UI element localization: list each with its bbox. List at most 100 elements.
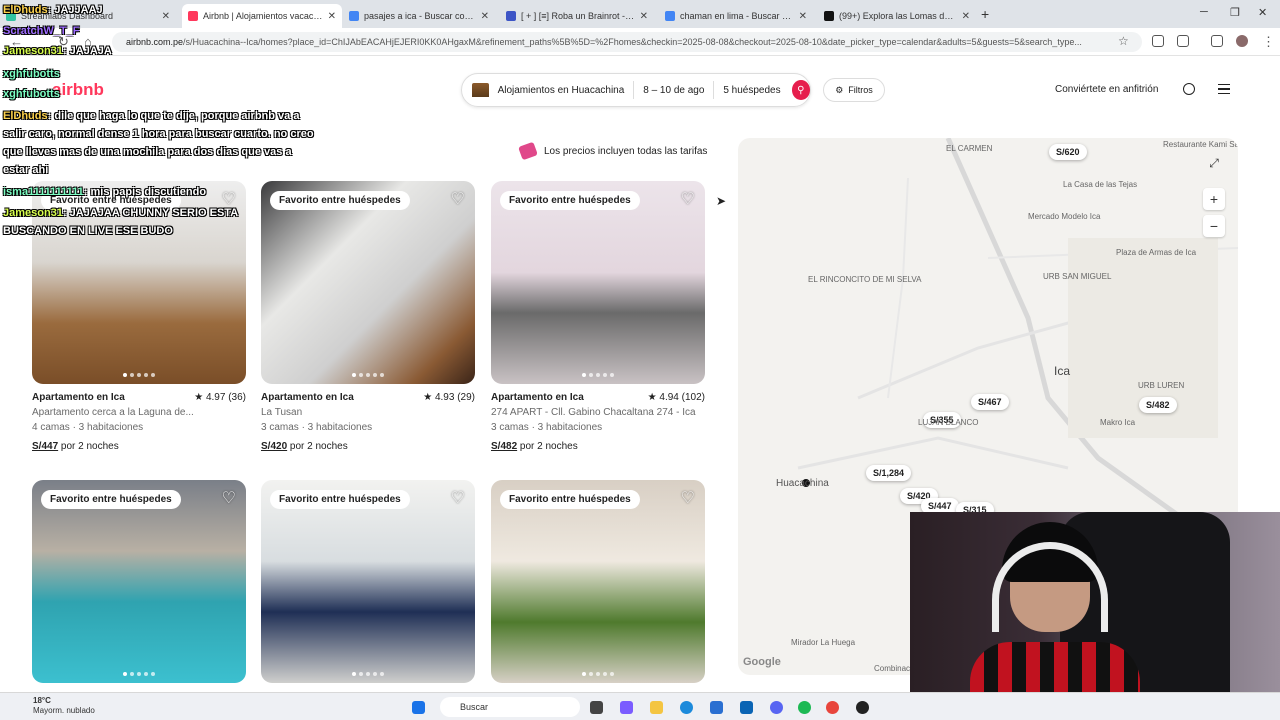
discord-icon[interactable] [770,701,783,714]
guest-favorite-badge: Favorito entre huéspedes [500,490,640,509]
file-explorer-icon[interactable] [650,701,663,714]
windows-start-icon[interactable] [412,701,425,714]
listing-rating: ★ 4.93 (29) [423,392,475,403]
chat-message: Jameson31: JAJAJAA CHUNNY SERIO ESTA [3,207,238,219]
streamer-shirt [970,642,1140,692]
hamburger-menu-icon[interactable] [1218,84,1230,94]
heart-icon[interactable]: ♡ [222,488,236,508]
listing-card[interactable]: Favorito entre huéspedes ♡ Apartamento e… [261,181,475,454]
globe-icon[interactable] [1183,83,1195,95]
map-price-pin[interactable]: S/467 [971,394,1009,410]
search-bar[interactable]: Alojamientos en Huacachina 8 – 10 de ago… [461,73,811,107]
zoom-out-button[interactable]: − [1203,215,1225,237]
url-field[interactable]: airbnb.com.pe/s/Huacachina--Ica/homes?pl… [112,32,1142,52]
listing-price-suffix: por 2 noches [289,441,348,452]
close-tab-icon[interactable]: ✕ [799,11,807,22]
map-label: Ica [1054,364,1071,378]
chrome-icon[interactable] [826,701,839,714]
filters-button[interactable]: ⚙ Filtros [823,78,885,102]
listing-photo[interactable]: Favorito entre huéspedes ♡ [491,480,705,683]
address-bar-row: ← ↻ ⌂ airbnb.com.pe/s/Huacachina--Ica/ho… [0,28,1280,56]
spotify-icon[interactable] [798,701,811,714]
browser-tab[interactable]: [ + ] [≡] Roba un Brainrot - Ro ✕ [500,4,654,28]
listing-beds: 3 camas · 3 habitaciones [491,422,603,433]
extension-icon[interactable] [1152,35,1164,47]
task-view-icon[interactable] [590,701,603,714]
tiktok-icon [824,11,834,21]
weather-temp: 18°C [33,696,51,705]
bookmark-star-icon[interactable]: ☆ [1118,34,1129,48]
listing-price[interactable]: S/447 [32,441,58,452]
map-price-pin[interactable]: S/482 [1139,397,1177,413]
search-dates[interactable]: 8 – 10 de ago [634,85,713,96]
minimize-icon[interactable]: ─ [1200,6,1208,18]
listing-card[interactable]: Favorito entre huéspedes ♡ [32,480,246,683]
listing-card[interactable]: Favorito entre huéspedes ♡ Apartamento e… [491,181,705,454]
profile-avatar[interactable] [1236,35,1248,47]
heart-icon[interactable]: ♡ [681,189,695,209]
browser-menu-icon[interactable]: ⋮ [1262,34,1275,50]
house-icon [472,83,489,97]
listing-price[interactable]: S/420 [261,441,287,452]
new-tab-button[interactable]: + [981,6,989,22]
media-icon[interactable] [1211,35,1223,47]
map-price-pin[interactable]: S/620 [1049,144,1087,160]
url-path: /s/Huacachina--Ica/homes?place_id=ChIJAb… [183,37,1082,47]
chat-username: Jameson31 [3,45,63,57]
map-label: Huacachina [776,478,829,489]
close-tab-icon[interactable]: ✕ [162,11,170,22]
heart-icon[interactable]: ♡ [451,189,465,209]
store-icon[interactable] [710,701,723,714]
heart-icon[interactable]: ♡ [451,488,465,508]
puzzle-icon[interactable] [1177,35,1189,47]
copilot-icon[interactable] [620,701,633,714]
close-window-icon[interactable]: ✕ [1258,6,1267,19]
taskbar-search-label: Buscar [460,702,489,712]
zoom-in-button[interactable]: + [1203,188,1225,210]
listing-price-row: S/447 por 2 noches [32,439,246,454]
close-tab-icon[interactable]: ✕ [640,11,648,22]
maximize-icon[interactable]: ❐ [1230,6,1240,19]
close-tab-icon[interactable]: ✕ [962,11,970,22]
google-icon [665,11,675,21]
price-note-text: Los precios incluyen todas las tarifas [544,145,708,157]
search-icon[interactable]: ⚲ [791,80,810,100]
listing-card[interactable]: Favorito entre huéspedes ♡ Apartamento e… [32,181,246,454]
listing-card[interactable]: Favorito entre huéspedes ♡ [491,480,705,683]
browser-tab[interactable]: (99+) Explora las Lomas de Luc ✕ [818,4,976,28]
mouse-cursor: ➤ [716,194,727,208]
listing-price[interactable]: S/482 [491,441,517,452]
listing-photo[interactable]: Favorito entre huéspedes ♡ [32,480,246,683]
become-host-link[interactable]: Conviértete en anfitrión [1055,84,1158,95]
browser-tab[interactable]: chaman en lima - Buscar con G ✕ [659,4,813,28]
search-guests[interactable]: 5 huéspedes [714,85,789,96]
map-price-pin[interactable]: S/1,284 [866,465,912,481]
chat-username: xghfubotts [3,68,60,80]
google-icon [349,11,359,21]
listing-card[interactable]: Favorito entre huéspedes ♡ [261,480,475,683]
taskbar-search[interactable]: Buscar [440,697,580,717]
tab-label: pasajes a ica - Buscar con Goo [364,11,476,21]
search-location[interactable]: Alojamientos en Huacachina [489,85,634,96]
listing-meta: Apartamento en Ica ★ 4.94 (102) 274 APART… [491,390,705,454]
chat-message: Jameson31: JAJAJA [3,45,112,57]
listing-photo[interactable]: Favorito entre huéspedes ♡ [261,480,475,683]
listing-price-row: S/482 por 2 noches [491,439,705,454]
browser-tab[interactable]: Airbnb | Alojamientos vacacion ✕ [182,4,342,28]
close-tab-icon[interactable]: ✕ [328,11,336,22]
outlook-icon[interactable] [740,701,753,714]
edge-icon[interactable] [680,701,693,714]
weather-desc: Mayorm. nublado [33,706,95,715]
listing-beds: 3 camas · 3 habitaciones [261,422,373,433]
price-tag-icon [518,141,538,161]
heart-icon[interactable]: ♡ [222,189,236,209]
close-tab-icon[interactable]: ✕ [481,11,489,22]
obs-icon[interactable] [856,701,869,714]
listing-photo[interactable]: Favorito entre huéspedes ♡ [491,181,705,384]
browser-tab[interactable]: pasajes a ica - Buscar con Goo ✕ [343,4,495,28]
listing-photo[interactable]: Favorito entre huéspedes ♡ [261,181,475,384]
expand-map-icon[interactable]: ⤢ [1203,152,1225,174]
chat-text: salir caro, normal dense 1 hora para bus… [3,128,314,140]
webcam-overlay [910,512,1280,692]
heart-icon[interactable]: ♡ [681,488,695,508]
